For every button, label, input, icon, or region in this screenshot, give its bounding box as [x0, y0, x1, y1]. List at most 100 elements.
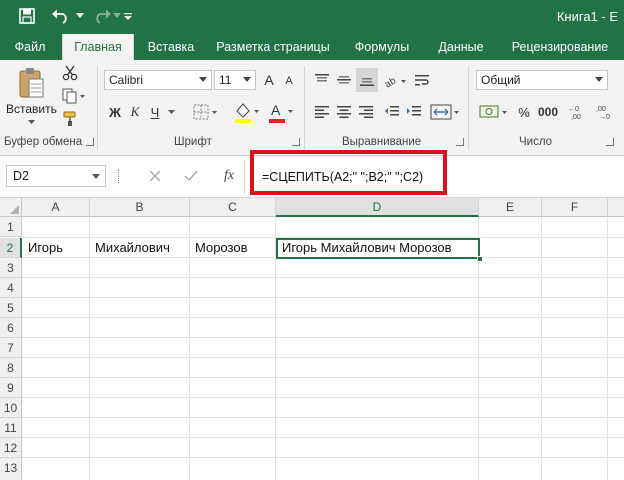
column-header-e[interactable]: E	[479, 198, 542, 217]
cut-icon[interactable]	[60, 64, 80, 82]
number-group-label: Число	[519, 136, 553, 148]
save-icon[interactable]	[16, 5, 38, 27]
grow-font-button[interactable]: A	[260, 70, 278, 90]
clipboard-launcher-icon[interactable]	[86, 138, 94, 146]
align-middle-icon[interactable]	[334, 70, 354, 90]
customize-quick-access-icon[interactable]	[122, 5, 134, 27]
copy-icon[interactable]	[60, 87, 88, 105]
paste-button[interactable]: Вставить	[6, 102, 57, 116]
bold-button[interactable]: Ж	[106, 102, 124, 122]
increase-indent-icon[interactable]	[404, 102, 424, 122]
tab-page-layout[interactable]: Разметка страницы	[212, 34, 334, 60]
title-bar: Книга1 - E	[0, 0, 624, 34]
italic-button[interactable]: К	[126, 102, 144, 122]
column-header-c[interactable]: C	[190, 198, 276, 217]
alignment-launcher-icon[interactable]	[456, 138, 464, 146]
svg-text:A: A	[271, 102, 281, 118]
align-right-icon[interactable]	[356, 102, 376, 122]
svg-text:ab: ab	[383, 75, 398, 89]
cancel-icon[interactable]	[144, 166, 166, 186]
format-painter-icon[interactable]	[60, 110, 80, 128]
cell-c2[interactable]: Морозов	[190, 238, 247, 258]
gridline	[22, 297, 624, 298]
insert-function-button[interactable]: fx	[218, 166, 240, 186]
percent-style-icon[interactable]: %	[514, 102, 534, 122]
paste-icon[interactable]	[16, 64, 46, 100]
row-header-9[interactable]: 9	[0, 378, 22, 398]
cell-b2[interactable]: Михайлович	[90, 238, 170, 258]
redo-icon[interactable]	[90, 5, 114, 27]
tab-home[interactable]: Главная	[62, 34, 134, 60]
column-header-f[interactable]: F	[542, 198, 608, 217]
align-left-icon[interactable]	[312, 102, 332, 122]
gridline	[22, 457, 624, 458]
column-header-g[interactable]	[608, 198, 624, 217]
select-all-button[interactable]	[0, 198, 22, 217]
name-box[interactable]: D2	[6, 165, 106, 187]
font-launcher-icon[interactable]	[292, 138, 300, 146]
row-header-4[interactable]: 4	[0, 278, 22, 298]
font-name-select[interactable]: Calibri	[104, 70, 212, 90]
undo-icon[interactable]	[48, 5, 74, 27]
name-box-value: D2	[13, 169, 29, 183]
fill-color-icon[interactable]	[232, 100, 262, 124]
borders-icon[interactable]	[192, 102, 220, 122]
tab-insert[interactable]: Вставка	[140, 34, 202, 60]
font-color-icon[interactable]: A	[266, 100, 296, 124]
align-bottom-icon[interactable]	[356, 68, 378, 92]
column-header-b[interactable]: B	[90, 198, 190, 217]
ribbon: Вставить Буфер обмена Calibri 11 A A Ж К…	[0, 60, 624, 156]
number-launcher-icon[interactable]	[606, 138, 614, 146]
formula-highlight-box	[250, 150, 447, 195]
window-title: Книга1 - E	[556, 9, 618, 24]
row-header-5[interactable]: 5	[0, 298, 22, 318]
gridline	[22, 377, 624, 378]
column-header-a[interactable]: A	[22, 198, 90, 217]
shrink-font-button[interactable]: A	[280, 72, 298, 90]
row-header-13[interactable]: 13	[0, 458, 22, 480]
row-header-1[interactable]: 1	[0, 217, 22, 237]
row-header-8[interactable]: 8	[0, 358, 22, 378]
row-header-3[interactable]: 3	[0, 258, 22, 278]
column-header-d[interactable]: D	[276, 198, 479, 217]
row-header-11[interactable]: 11	[0, 418, 22, 438]
tab-review[interactable]: Рецензирование	[504, 34, 616, 60]
increase-decimal-icon[interactable]: ←0,00	[566, 102, 590, 122]
align-top-icon[interactable]	[312, 70, 332, 90]
ribbon-tabs: Файл Главная Вставка Разметка страницы Ф…	[0, 34, 624, 60]
splitter-handle[interactable]	[118, 169, 121, 183]
paste-dropdown-icon[interactable]	[26, 118, 36, 126]
tab-file[interactable]: Файл	[0, 34, 60, 60]
tab-data[interactable]: Данные	[428, 34, 494, 60]
font-name-value: Calibri	[109, 73, 144, 87]
tab-formulas[interactable]: Формулы	[346, 34, 418, 60]
row-header-6[interactable]: 6	[0, 318, 22, 338]
comma-style-icon[interactable]: 000	[536, 102, 560, 122]
number-format-select[interactable]: Общий	[476, 70, 608, 90]
redo-dropdown-icon[interactable]	[112, 5, 122, 27]
align-center-icon[interactable]	[334, 102, 354, 122]
row-header-7[interactable]: 7	[0, 338, 22, 358]
chevron-down-icon[interactable]	[92, 174, 100, 179]
undo-dropdown-icon[interactable]	[74, 5, 86, 27]
merge-center-icon[interactable]	[428, 100, 462, 124]
fill-handle[interactable]	[477, 256, 483, 262]
accounting-format-icon[interactable]	[478, 100, 510, 124]
wrap-text-icon[interactable]	[412, 70, 432, 90]
enter-icon[interactable]	[180, 166, 202, 186]
underline-dropdown-icon[interactable]	[166, 106, 176, 118]
row-header-12[interactable]: 12	[0, 438, 22, 458]
gridline	[22, 277, 624, 278]
svg-text:←0: ←0	[568, 106, 579, 113]
row-header-10[interactable]: 10	[0, 398, 22, 418]
cell-a2[interactable]: Игорь	[23, 238, 63, 258]
decrease-decimal-icon[interactable]: ,00 →0	[594, 102, 618, 122]
orientation-icon[interactable]: ab	[382, 68, 408, 92]
svg-text:→0: →0	[599, 114, 610, 120]
font-size-select[interactable]: 11	[214, 70, 256, 90]
underline-button[interactable]: Ч	[146, 102, 164, 122]
decrease-indent-icon[interactable]	[382, 102, 402, 122]
row-header-2[interactable]: 2	[0, 238, 22, 258]
svg-text:,00: ,00	[596, 106, 606, 113]
svg-text:,00: ,00	[571, 114, 581, 120]
